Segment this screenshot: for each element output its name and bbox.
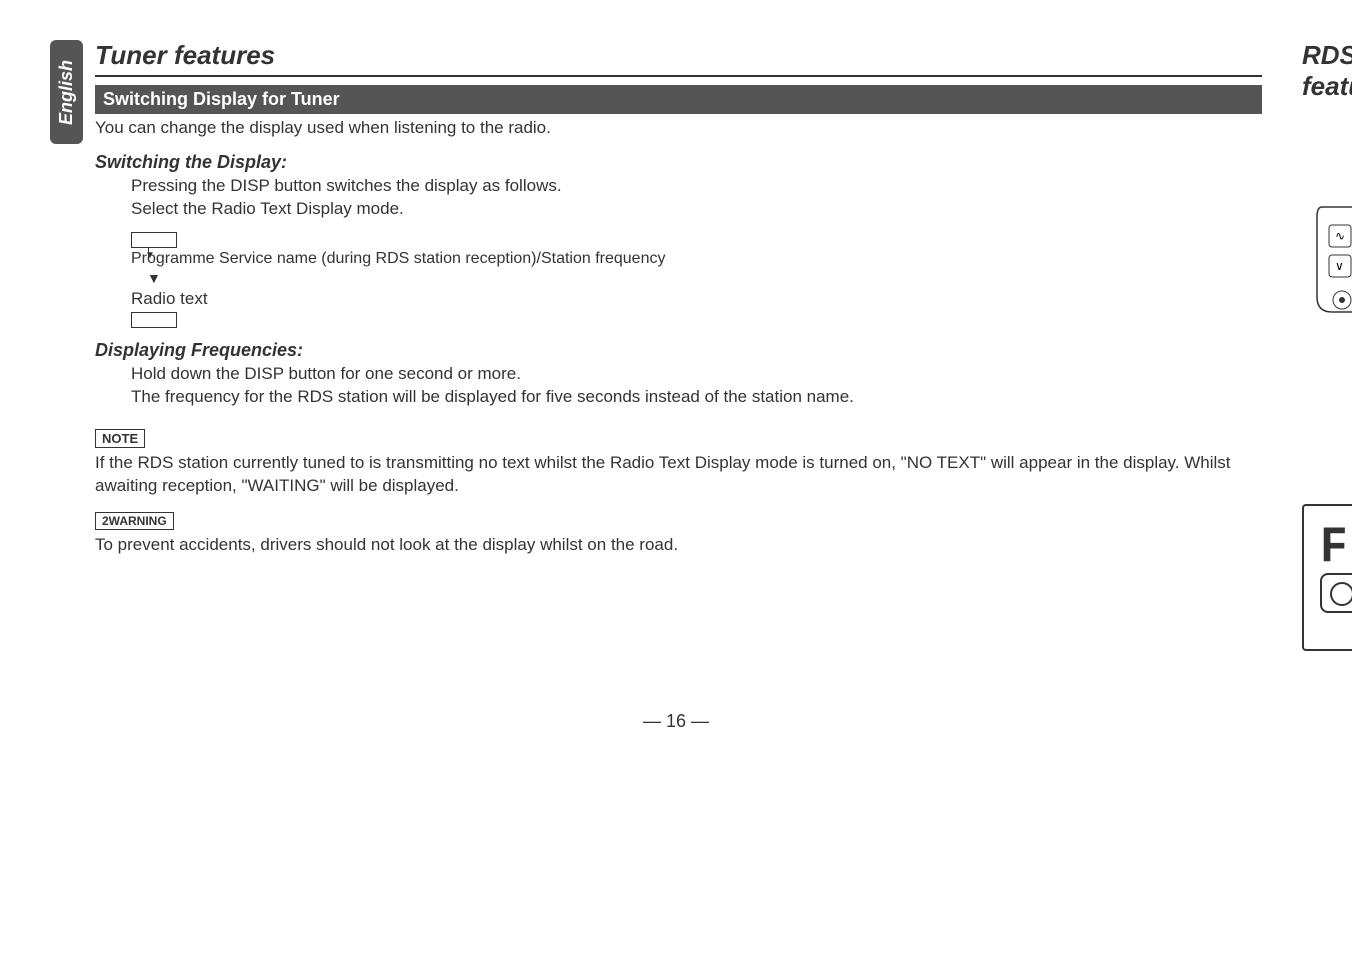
- panel-bottom-labels: #1 - 6 TI/VOL ADJ DISP/NAME.S AM: [1302, 327, 1352, 382]
- flow-step-2: Radio text: [131, 289, 1262, 309]
- note-body: If the RDS station currently tuned to is…: [95, 452, 1262, 498]
- warning-label: 2WARNING: [95, 512, 174, 530]
- displaying-frequencies-subhead: Displaying Frequencies:: [95, 340, 1262, 361]
- head-unit-svg: KENWOOD ∿ ∨ ATT●LOUD 1 2 3 4 5 6 SCANRDM…: [1302, 177, 1352, 327]
- lcd-level-bar: ▰▰▰▰▰▰▰▰▰▰▰▰▰▰▰▰: [1320, 617, 1352, 639]
- lcd-band: FM1: [1320, 519, 1352, 576]
- left-content: Tuner features Switching Display for Tun…: [95, 40, 1262, 651]
- page-content: English Tuner features Switching Display…: [50, 40, 1302, 651]
- lcd-screen: FM1 KENWOOD PTY TI ▰▰▰▰▰▰▰▰▰▰▰▰▰▰▰▰: [1302, 504, 1352, 651]
- language-tab: English: [50, 40, 83, 144]
- flow-box-icon: [131, 312, 177, 328]
- left-column: English Tuner features Switching Display…: [50, 40, 1262, 651]
- down-arrow-icon: ▼: [147, 270, 161, 286]
- warning-body: To prevent accidents, drivers should not…: [95, 534, 1262, 557]
- display-flow-diagram: ▼ Programme Service name (during RDS sta…: [131, 231, 1262, 328]
- section-intro: You can change the display used when lis…: [95, 118, 1262, 138]
- panel-top-labels: |◀◀ FM ▶II(PTY) ▶▶|: [1302, 138, 1352, 177]
- flow-step-1: Programme Service name (during RDS stati…: [131, 250, 1262, 268]
- lcd-display-diagram: PTY indicator TI indicator FM1 KENWOOD P…: [1302, 462, 1352, 651]
- switching-display-subhead: Switching the Display:: [95, 152, 1262, 173]
- disc-icon: [1320, 573, 1352, 613]
- tuner-features-heading: Tuner features: [95, 40, 1262, 77]
- switching-display-body: Pressing the DISP button switches the di…: [131, 175, 1262, 221]
- indicator-lines: [1302, 482, 1352, 504]
- indicator-labels: PTY indicator TI indicator: [1302, 462, 1352, 482]
- page-number: — 16 —: [50, 711, 1302, 732]
- note-label: NOTE: [95, 429, 145, 448]
- flow-box-icon: ▼: [131, 232, 177, 248]
- section-title: Switching Display for Tuner: [95, 85, 1262, 114]
- displaying-frequencies-body: Hold down the DISP button for one second…: [131, 363, 1262, 409]
- svg-text:∨: ∨: [1335, 259, 1344, 273]
- svg-text:∿: ∿: [1335, 229, 1345, 243]
